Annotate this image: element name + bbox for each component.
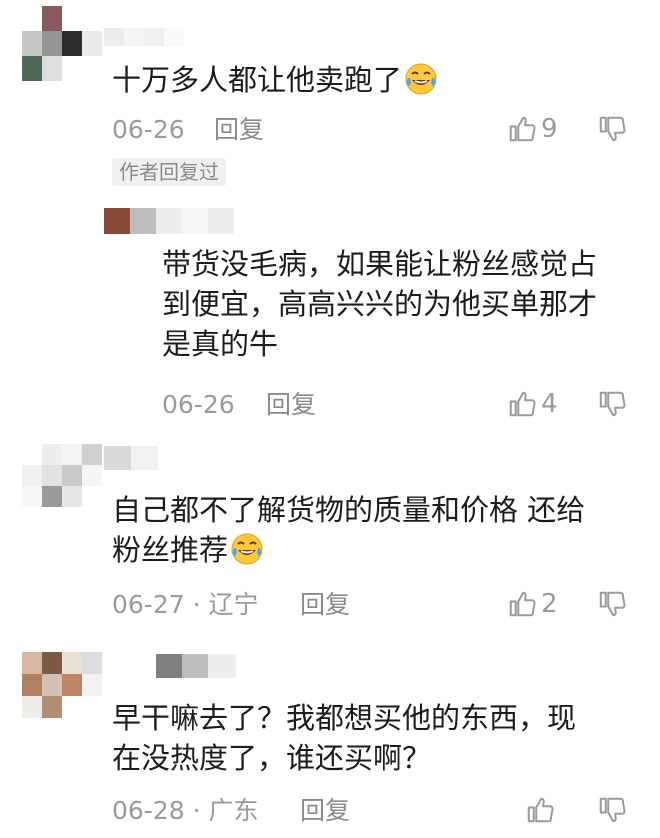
thumbs-down-icon — [597, 389, 627, 419]
dislike-button[interactable] — [597, 389, 627, 423]
comment-text: 早干嘛去了？我都想买他的东西，现 在没热度了，谁还买啊？ — [112, 701, 577, 775]
avatar[interactable] — [22, 652, 102, 718]
reply-button[interactable]: 回复 — [214, 115, 264, 145]
like-button[interactable]: 9 — [507, 114, 558, 144]
reply-button[interactable]: 回复 — [300, 796, 350, 826]
thumbs-down-icon — [597, 795, 627, 825]
comment-date: 06-26 — [162, 390, 235, 419]
thumbs-up-icon — [507, 114, 537, 144]
comment-text: 自己都不了解货物的质量和价格 还给 粉丝推荐 — [112, 493, 586, 567]
thumbs-down-icon — [597, 589, 627, 619]
laughing-crying-emoji — [404, 62, 438, 96]
thumbs-up-icon — [507, 589, 537, 619]
username-redacted[interactable] — [104, 446, 158, 470]
thumbs-up-icon — [525, 795, 555, 825]
username-redacted[interactable] — [156, 654, 236, 678]
like-count: 2 — [541, 589, 558, 619]
thumbs-down-icon — [597, 114, 627, 144]
like-button[interactable]: 4 — [507, 389, 558, 419]
like-button[interactable] — [525, 795, 555, 825]
avatar[interactable] — [104, 208, 234, 234]
like-button[interactable]: 2 — [507, 589, 558, 619]
reply-button[interactable]: 回复 — [300, 590, 350, 620]
laughing-crying-emoji — [230, 532, 264, 566]
comment-date: 06-27 · 辽宁 — [112, 590, 259, 619]
thumbs-up-icon — [507, 389, 537, 419]
comment-text: 带货没毛病，如果能让粉丝感觉占 到便宜，高高兴兴的为他买单那才 是真的牛 — [162, 247, 598, 361]
avatar[interactable] — [22, 6, 102, 81]
comment-date: 06-28 · 广东 — [112, 796, 259, 825]
dislike-button[interactable] — [597, 114, 627, 148]
author-replied-tag: 作者回复过 — [112, 158, 226, 186]
comment-date: 06-26 — [112, 115, 185, 144]
like-count: 9 — [541, 114, 558, 144]
avatar[interactable] — [22, 444, 102, 508]
reply-button[interactable]: 回复 — [266, 390, 316, 420]
username-redacted[interactable] — [104, 28, 184, 46]
dislike-button[interactable] — [597, 795, 627, 829]
like-count: 4 — [541, 389, 558, 419]
dislike-button[interactable] — [597, 589, 627, 623]
comment-text: 十万多人都让他卖跑了 — [112, 60, 438, 100]
